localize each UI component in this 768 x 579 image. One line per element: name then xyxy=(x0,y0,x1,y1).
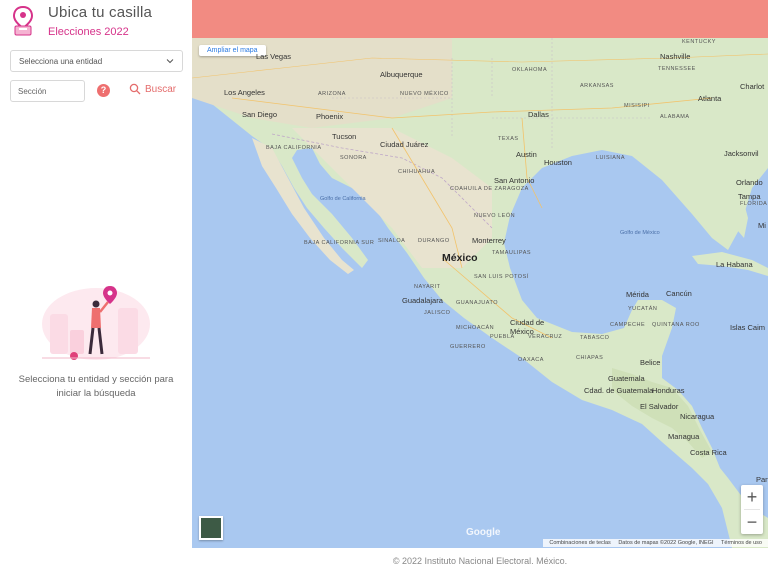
map-label-city: Tampa xyxy=(738,192,761,201)
map-label-city: Las Vegas xyxy=(256,52,292,61)
map-label-sea: Golfo de California xyxy=(320,196,366,202)
map-label-city: Pan xyxy=(756,475,768,484)
sidebar: Ubica tu casilla Elecciones 2022 Selecci… xyxy=(0,0,192,548)
app-subtitle: Elecciones 2022 xyxy=(48,26,129,38)
zoom-in-button[interactable]: + xyxy=(741,485,763,509)
help-icon[interactable]: ? xyxy=(97,84,110,97)
map-label-city: Ciudad Juárez xyxy=(380,140,429,149)
map-label-state: SAN LUIS POTOSÍ xyxy=(474,274,529,280)
map-label-state: BAJA CALIFORNIA SUR xyxy=(304,240,375,246)
map-label-city: Los Angeles xyxy=(224,88,265,97)
map-data-credit: Datos de mapas ©2022 Google, INEGI xyxy=(618,540,714,546)
map-label-state: QUINTANA ROO xyxy=(652,322,700,328)
brand: Ubica tu casilla Elecciones 2022 xyxy=(12,4,152,40)
map-label-state: DURANGO xyxy=(418,238,450,244)
map-view[interactable]: Ampliar el mapa Las Vegas Albuquerque OKLA… xyxy=(192,38,768,548)
map-label-state: YUCATÁN xyxy=(628,306,658,312)
chevron-down-icon xyxy=(166,59,174,64)
top-bar xyxy=(192,0,768,38)
map-label-city: Guatemala xyxy=(608,374,645,383)
terms-of-use-link[interactable]: Términos de uso xyxy=(721,540,762,546)
empty-state-message: Selecciona tu entidad y sección para ini… xyxy=(18,374,174,399)
map-label-city: Orlando xyxy=(736,178,763,187)
map-label-state: KENTUCKY xyxy=(682,39,716,45)
map-label-state: NUEVO MÉXICO xyxy=(400,91,449,97)
map-label-state: OAXACA xyxy=(518,357,544,363)
ballot-pin-icon xyxy=(12,6,34,36)
map-label-state: GUANAJUATO xyxy=(456,300,499,306)
map-label-state: CHIAPAS xyxy=(576,355,604,361)
map-label-state: COAHUILA DE ZARAGOZA xyxy=(450,186,529,192)
map-label-city: Costa Rica xyxy=(690,448,727,457)
map-label-state: PUEBLA xyxy=(490,334,515,340)
map-label-city: Cancún xyxy=(666,289,692,298)
map-label-city: Ciudad de xyxy=(510,318,545,327)
map-label-state: NUEVO LEÓN xyxy=(474,213,516,219)
map-label-city: Jacksonvil xyxy=(724,149,759,158)
map-label-city: San Diego xyxy=(242,110,278,119)
map-label-sea: Golfo de México xyxy=(620,230,660,236)
map-label-city: Managua xyxy=(668,432,700,441)
zoom-out-button[interactable]: − xyxy=(741,510,763,534)
map-label-city: Guadalajara xyxy=(402,296,443,305)
map-label-city: Houston xyxy=(544,158,572,167)
map-label-state: SONORA xyxy=(340,155,367,161)
map-label-city: Belice xyxy=(640,358,661,367)
entity-select[interactable]: Selecciona una entidad xyxy=(10,50,183,72)
section-input[interactable] xyxy=(10,80,85,102)
map-label-state: FLORIDA xyxy=(740,201,768,207)
map-attribution: Combinaciones de teclas Datos de mapas ©… xyxy=(543,539,768,547)
map-label-state: ARKANSAS xyxy=(580,83,614,89)
map-label-state: TABASCO xyxy=(580,335,610,341)
map-label-city: Austin xyxy=(516,150,537,159)
app-root: Ubica tu casilla Elecciones 2022 Selecci… xyxy=(0,0,768,579)
footer-copyright: © 2022 Instituto Nacional Electoral. Méx… xyxy=(392,556,568,566)
map-label-state: LUISIANA xyxy=(596,155,626,161)
map-label-city: Mi xyxy=(758,221,766,230)
search-icon xyxy=(129,83,141,95)
map-label-state: CHIHUAHUA xyxy=(398,169,436,175)
map-label-city: Albuquerque xyxy=(380,70,423,79)
map-label-state: TEXAS xyxy=(498,136,519,142)
map-label-state: BAJA CALIFORNIA xyxy=(266,145,322,151)
map-label-state: JALISCO xyxy=(424,310,451,316)
search-button-label: Buscar xyxy=(145,83,177,95)
map-label-city: Charlot xyxy=(740,82,765,91)
map-label-city: Nashville xyxy=(660,52,691,61)
map-label-city: Islas Caim xyxy=(730,323,766,332)
map-label-city: La Habana xyxy=(716,260,753,269)
zoom-controls: + − xyxy=(741,485,763,534)
map-label-city: Tucson xyxy=(332,132,357,141)
map-label-state: CAMPECHE xyxy=(610,322,646,328)
map-label-state: VERACRUZ xyxy=(528,334,563,340)
map-label-city: El Salvador xyxy=(640,402,679,411)
map-label-city: Atlanta xyxy=(698,94,722,103)
app-title: Ubica tu casilla xyxy=(48,4,153,21)
map-label-state: ARIZONA xyxy=(318,91,346,97)
map-label-city: Nicaragua xyxy=(680,412,715,421)
map-label-state: ALABAMA xyxy=(660,114,690,120)
map-label-state: OKLAHOMA xyxy=(512,67,548,73)
map-label-state: MISISIPI xyxy=(624,103,650,109)
map-label-city: Dallas xyxy=(528,110,549,119)
google-logo: Google xyxy=(466,527,501,538)
map-label-city: Mérida xyxy=(626,290,649,299)
map-type-toggle[interactable] xyxy=(199,516,223,540)
map-label-city: Monterrey xyxy=(472,236,506,245)
map-label-state: GUERRERO xyxy=(450,344,486,350)
map-label-state: NAYARIT xyxy=(414,284,441,290)
location-search-illustration xyxy=(42,286,150,360)
map-label-state: TENNESSEE xyxy=(658,66,696,72)
map-label-city: Honduras xyxy=(652,386,685,395)
map-label-state: SINALOA xyxy=(378,238,406,244)
search-button[interactable]: Buscar xyxy=(129,83,176,95)
map-label-city: San Antonio xyxy=(494,176,535,185)
keyboard-shortcuts-link[interactable]: Combinaciones de teclas xyxy=(549,540,610,546)
map-label-state: TAMAULIPAS xyxy=(492,250,532,256)
map-label-big: México xyxy=(442,252,478,264)
map-label-city: Phoenix xyxy=(316,112,344,121)
entity-select-placeholder: Selecciona una entidad xyxy=(19,56,103,66)
map-label-city: Cdad. de Guatemala xyxy=(584,386,654,395)
map-label-state: MICHOACÁN xyxy=(456,325,495,331)
